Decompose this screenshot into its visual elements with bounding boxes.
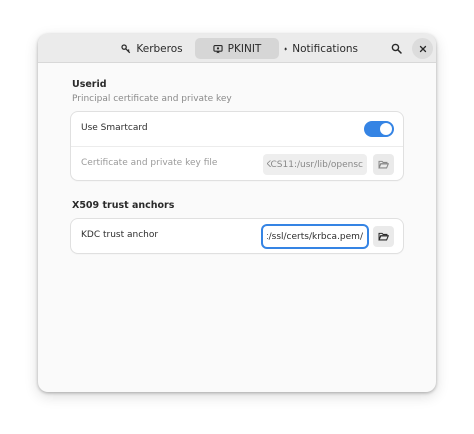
close-button[interactable] [412,38,433,59]
kdc-label: KDC trust anchor [81,230,159,240]
userid-title: Userid [72,79,107,90]
key-icon [121,43,131,53]
close-icon [419,45,426,52]
search-button[interactable] [386,38,407,59]
cert-browse-button[interactable] [373,154,394,175]
cert-row: Certificate and private key file [71,146,403,180]
tab-pkinit[interactable]: PKINIT [195,38,279,59]
cert-label: Certificate and private key file [81,158,218,168]
cert-file-input[interactable] [263,154,367,175]
folder-open-icon [378,160,389,169]
tab-notifications-label: Notifications [292,42,358,55]
kdc-anchor-input[interactable] [263,226,367,247]
tab-notifications[interactable]: Notifications [284,38,358,59]
smartcard-row: Use Smartcard [71,112,403,146]
tab-pkinit-label: PKINIT [227,42,262,55]
tab-kerberos[interactable]: Kerberos [120,38,184,59]
search-icon [391,43,402,54]
kdc-row: KDC trust anchor [71,219,403,253]
preferences-window: Kerberos PKINIT Notifications Userid Pri… [38,34,436,392]
userid-subtitle: Principal certificate and private key [72,94,232,104]
kdc-browse-button[interactable] [373,226,394,247]
bell-icon [284,47,287,51]
anchors-title: X509 trust anchors [72,200,175,211]
folder-open-icon [378,232,389,241]
anchors-card: KDC trust anchor [71,219,403,253]
headerbar: Kerberos PKINIT Notifications [38,34,436,63]
smartcard-label: Use Smartcard [81,123,148,133]
switch-knob [380,123,392,135]
tab-kerberos-label: Kerberos [136,42,183,55]
userid-card: Use Smartcard Certificate and private ke… [71,112,403,180]
id-card-icon [213,44,223,53]
smartcard-switch[interactable] [364,121,394,137]
